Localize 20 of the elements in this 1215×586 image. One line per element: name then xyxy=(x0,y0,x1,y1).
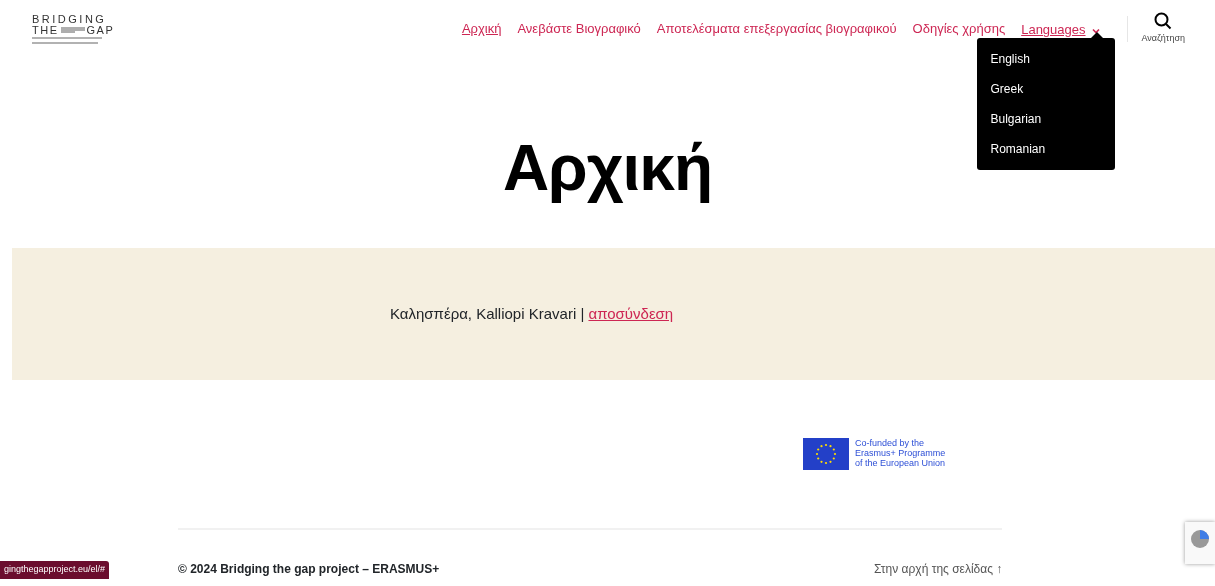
status-url: gingthegapproject.eu/el/# xyxy=(0,561,110,579)
nav-link[interactable]: Οδηγίες χρήσης xyxy=(912,19,1006,39)
recaptcha-badge xyxy=(1185,522,1215,564)
logo[interactable]: BRIDGING THE GAP xyxy=(32,13,115,45)
language-option[interactable]: Romanian xyxy=(976,134,1115,164)
language-option[interactable]: Bulgarian xyxy=(976,104,1115,134)
back-to-top-link[interactable]: Στην αρχή της σελίδας ↑ xyxy=(874,560,1003,578)
search-button[interactable]: Αναζήτηση xyxy=(1141,12,1185,46)
nav-link[interactable]: Αρχική xyxy=(461,19,502,39)
nav-link[interactable]: Αποτελέσματα επεξεργασίας βιογραφικού xyxy=(656,19,897,39)
funding-text: Co-funded by the Erasmus+ Programme of the European Union xyxy=(855,439,946,469)
eu-flag-icon xyxy=(803,438,849,470)
nav-link[interactable]: Ανεβάστε Βιογραφικό xyxy=(517,19,641,39)
greeting-text: Καλησπέρα, Kalliopi Kravari | xyxy=(390,303,585,324)
search-icon xyxy=(1154,12,1173,31)
language-option[interactable]: Greek xyxy=(976,74,1115,104)
language-option[interactable]: English xyxy=(976,44,1115,74)
logout-link[interactable]: αποσύνδεση xyxy=(588,302,674,326)
copyright-text: © 2024 Bridging the gap project – ERASMUS+ xyxy=(178,561,440,578)
languages-menu[interactable]: Languages xyxy=(1021,22,1101,37)
